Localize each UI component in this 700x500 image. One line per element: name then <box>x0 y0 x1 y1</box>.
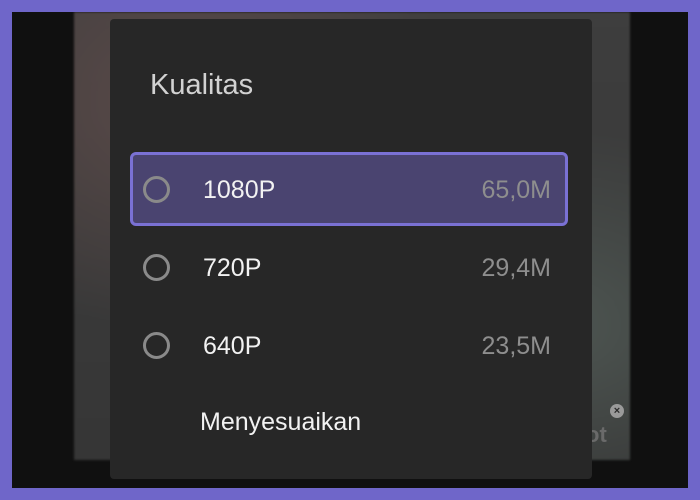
option-label: 1080P <box>203 176 276 204</box>
option-label: 640P <box>203 332 262 360</box>
quality-option-640p[interactable]: 640P 23,5M <box>130 308 568 382</box>
radio-unchecked-icon[interactable] <box>143 332 170 359</box>
custom-quality-option[interactable]: Menyesuaikan <box>130 391 568 453</box>
close-icon[interactable]: × <box>610 404 624 418</box>
custom-option-label: Menyesuaikan <box>200 408 362 436</box>
dialog-title: Kualitas <box>150 69 254 101</box>
quality-option-720p[interactable]: 720P 29,4M <box>130 230 568 304</box>
screen: × ot Kualitas 1080P 65,0M 720P 29,4M 640… <box>12 12 688 488</box>
option-size: 29,4M <box>481 254 551 282</box>
quality-option-1080p[interactable]: 1080P 65,0M <box>130 152 568 226</box>
radio-unchecked-icon[interactable] <box>143 176 170 203</box>
option-size: 23,5M <box>481 332 551 360</box>
radio-unchecked-icon[interactable] <box>143 254 170 281</box>
option-label: 720P <box>203 254 262 282</box>
quality-dialog: Kualitas 1080P 65,0M 720P 29,4M 640P 23,… <box>110 19 592 479</box>
option-size: 65,0M <box>481 176 551 204</box>
